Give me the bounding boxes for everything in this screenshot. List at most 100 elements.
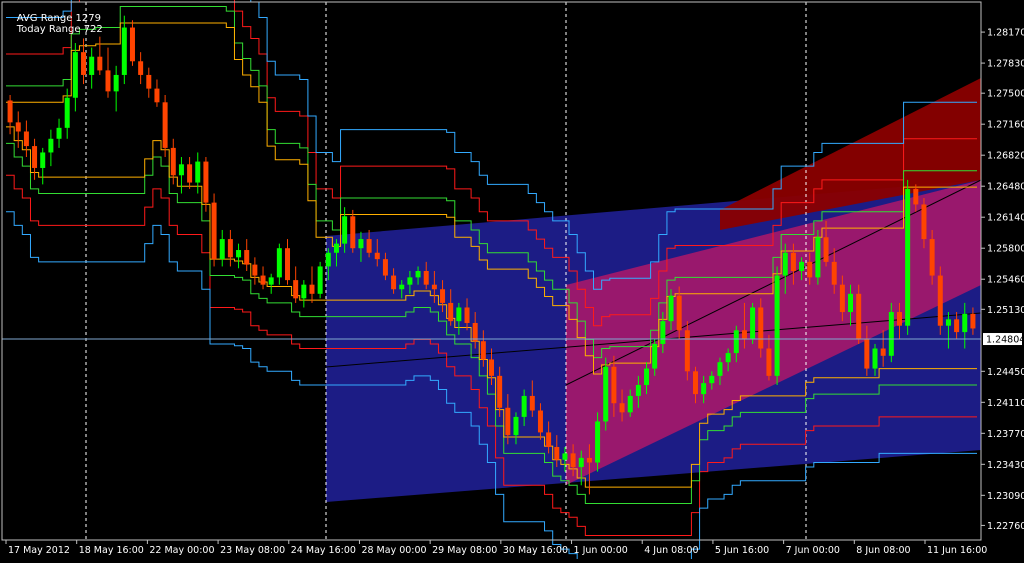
candle-body <box>342 216 348 244</box>
candle-body <box>32 146 38 168</box>
y-tick-label: 1.24110 <box>987 398 1024 409</box>
candle-body <box>586 457 592 463</box>
candle-body <box>913 188 919 205</box>
candle-body <box>741 330 747 340</box>
y-tick-label: 1.25130 <box>987 305 1024 316</box>
price-chart: 1.28170 1.27830 1.27500 1.27160 1.26820 1.264… <box>1 0 1024 563</box>
candle-body <box>219 239 225 260</box>
y-tick-label: 1.28170 <box>987 28 1024 39</box>
today-range-label: Today Range 722 <box>16 24 103 35</box>
candle-body <box>407 277 413 285</box>
candle-body <box>839 284 845 313</box>
candle-body <box>48 138 54 153</box>
candle-body <box>937 275 943 326</box>
candle-body <box>366 239 372 253</box>
candle-body <box>497 375 503 408</box>
candle-body <box>766 348 772 376</box>
candle-body <box>489 359 494 376</box>
candle-body <box>391 275 397 290</box>
candle-body <box>750 307 756 340</box>
candle-body <box>113 74 119 92</box>
candle-body <box>692 371 698 395</box>
y-tick-label: 1.26820 <box>987 151 1024 162</box>
candle-body <box>244 250 250 265</box>
candle-body <box>701 383 707 395</box>
candle-body <box>954 319 960 333</box>
candle-body <box>896 312 902 326</box>
y-tick-label: 1.26480 <box>987 182 1024 193</box>
candle-body <box>619 403 625 413</box>
candle-body <box>72 52 78 98</box>
candle-body <box>856 293 862 340</box>
candle-body <box>89 56 95 75</box>
x-tick-label: 17 May 2012 <box>8 545 70 556</box>
chart-window: 1.28170 1.27830 1.27500 1.27160 1.26820 1.264… <box>0 0 1024 563</box>
candle-body <box>252 264 258 276</box>
candle-body <box>325 252 331 267</box>
candle-body <box>684 330 690 372</box>
candle-body <box>635 384 641 396</box>
candle-body <box>81 52 87 75</box>
candle-body <box>644 368 650 385</box>
candle-body <box>293 280 299 299</box>
y-tick-label: 1.27830 <box>987 59 1024 70</box>
candle-body <box>660 321 666 344</box>
regression-channel <box>325 78 982 502</box>
candle-body <box>456 307 462 322</box>
candle-body <box>399 284 405 290</box>
candle-body <box>146 74 152 89</box>
candle-body <box>880 348 886 356</box>
y-tick-label: 1.23430 <box>987 460 1024 471</box>
candle-body <box>815 237 821 278</box>
candle-body <box>309 284 315 294</box>
current-price-label: 1.24804 <box>986 335 1024 346</box>
candle-body <box>440 289 446 303</box>
candle-body <box>23 131 29 147</box>
candle-body <box>595 421 601 463</box>
candle-body <box>921 204 927 240</box>
candle-body <box>611 366 617 404</box>
candle-body <box>138 61 144 75</box>
x-tick-label: 23 May 08:00 <box>220 545 285 556</box>
candle-body <box>64 97 70 128</box>
candle-body <box>227 239 233 258</box>
y-tick-label: 1.24450 <box>987 367 1024 378</box>
candle-body <box>888 312 894 356</box>
x-tick-label: 8 Jun 08:00 <box>856 545 910 556</box>
candle-body <box>578 457 584 468</box>
x-tick-label: 5 Jun 16:00 <box>715 545 769 556</box>
candle-body <box>537 410 543 433</box>
x-tick-label: 29 May 08:00 <box>432 545 497 556</box>
x-tick-label: 11 Jun 16:00 <box>927 545 987 556</box>
candle-body <box>285 248 291 281</box>
candle-body <box>333 243 339 253</box>
candle-body <box>276 248 282 278</box>
candle-body <box>521 395 527 417</box>
candle-body <box>170 147 176 176</box>
candle-body <box>472 322 478 342</box>
candle-body <box>464 307 470 323</box>
candle-body <box>905 188 911 326</box>
candle-body <box>554 446 560 460</box>
candle-body <box>203 161 209 203</box>
candle-body <box>431 284 437 290</box>
candle-body <box>121 27 127 75</box>
candle-body <box>774 275 780 376</box>
candle-body <box>162 102 168 148</box>
y-tick-label: 1.23770 <box>987 429 1024 440</box>
avg-range-label: AVG Range 1279 <box>16 13 102 24</box>
candle-body <box>317 266 323 294</box>
candle-body <box>350 216 356 249</box>
candle-body <box>178 164 184 176</box>
candle-body <box>382 259 388 276</box>
y-tick-label: 1.23090 <box>987 491 1024 502</box>
y-tick-label: 1.25800 <box>987 244 1024 255</box>
candle-body <box>195 161 201 183</box>
candle-body <box>676 295 682 331</box>
candle-body <box>154 88 160 103</box>
y-tick-label: 1.27500 <box>987 89 1024 100</box>
x-tick-label: 28 May 00:00 <box>361 545 426 556</box>
candle-body <box>236 250 242 258</box>
x-tick-label: 4 Jun 08:00 <box>644 545 698 556</box>
candle-body <box>733 330 739 354</box>
